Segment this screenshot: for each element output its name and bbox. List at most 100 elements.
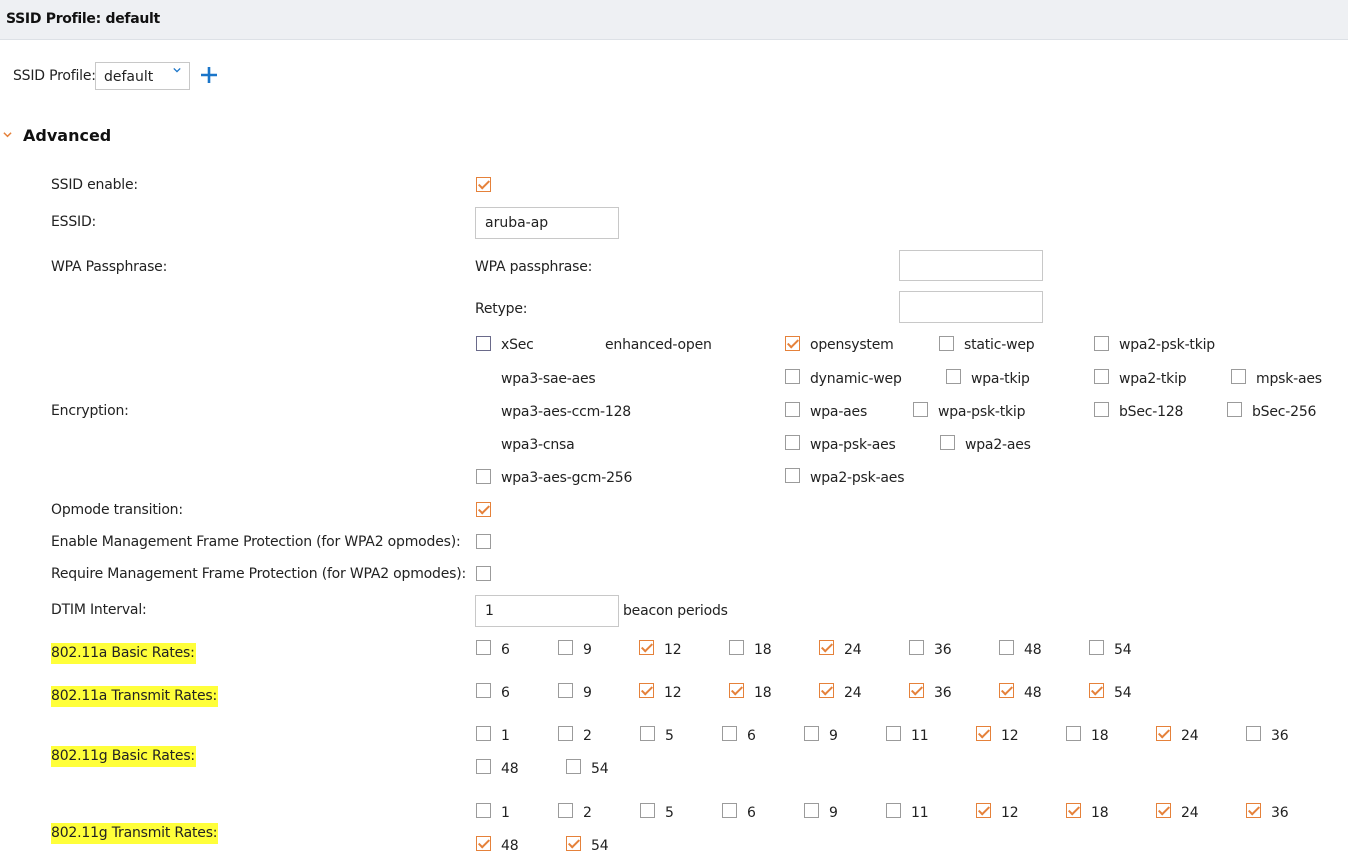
encryption-checkbox-mpsk-aes[interactable] (1231, 369, 1246, 384)
encryption-option-wpa3-aes-gcm-256: wpa3-aes-gcm-256 (501, 470, 633, 486)
g-transmit-rate-checkbox-18[interactable] (1066, 803, 1081, 818)
encryption-label: Encryption: (51, 403, 129, 419)
g-basic-rate-checkbox-48[interactable] (476, 759, 491, 774)
encryption-option-mpsk-aes: mpsk-aes (1256, 371, 1322, 387)
encryption-checkbox-wpa3-aes-gcm-256[interactable] (476, 469, 491, 484)
opmode-transition-checkbox[interactable] (476, 502, 491, 517)
g-basic-rate-checkbox-6[interactable] (722, 726, 737, 741)
encryption-option-wpa-tkip: wpa-tkip (971, 371, 1030, 387)
g-transmit-rate-label-36: 36 (1271, 805, 1289, 821)
encryption-option-enhanced-open: enhanced-open (605, 337, 712, 353)
dtim-unit-label: beacon periods (623, 603, 728, 619)
a-transmit-rates-label: 802.11a Transmit Rates: (51, 686, 218, 707)
chevron-down-icon[interactable] (3, 130, 12, 139)
encryption-checkbox-wpa2-psk-aes[interactable] (785, 468, 800, 483)
a-basic-rate-checkbox-48[interactable] (999, 640, 1014, 655)
g-transmit-rate-label-5: 5 (665, 805, 674, 821)
g-basic-rate-checkbox-2[interactable] (558, 726, 573, 741)
encryption-option-wpa3-cnsa: wpa3-cnsa (501, 437, 575, 453)
g-basic-rate-checkbox-18[interactable] (1066, 726, 1081, 741)
g-transmit-rate-label-9: 9 (829, 805, 838, 821)
a-basic-rate-checkbox-54[interactable] (1089, 640, 1104, 655)
g-basic-rate-checkbox-24[interactable] (1156, 726, 1171, 741)
g-transmit-rate-checkbox-48[interactable] (476, 836, 491, 851)
a-transmit-rate-checkbox-9[interactable] (558, 683, 573, 698)
g-basic-rate-label-1: 1 (501, 728, 510, 744)
g-transmit-rate-checkbox-36[interactable] (1246, 803, 1261, 818)
a-basic-rate-label-12: 12 (664, 642, 682, 658)
encryption-checkbox-dynamic-wep[interactable] (785, 369, 800, 384)
encryption-checkbox-bSec-256[interactable] (1227, 402, 1242, 417)
g-basic-rate-checkbox-1[interactable] (476, 726, 491, 741)
a-transmit-rate-label-18: 18 (754, 685, 772, 701)
a-basic-rate-checkbox-6[interactable] (476, 640, 491, 655)
a-basic-rates-label: 802.11a Basic Rates: (51, 643, 196, 664)
a-basic-rate-checkbox-12[interactable] (639, 640, 654, 655)
page-header: SSID Profile: default (0, 0, 1348, 40)
ssid-profile-select[interactable]: default (95, 62, 190, 90)
g-basic-rate-checkbox-54[interactable] (566, 759, 581, 774)
a-basic-rate-label-54: 54 (1114, 642, 1132, 658)
advanced-section-title[interactable]: Advanced (23, 126, 111, 145)
ssid-enable-checkbox[interactable] (476, 177, 491, 192)
g-transmit-rate-checkbox-1[interactable] (476, 803, 491, 818)
wpa-passphrase-input[interactable] (899, 250, 1043, 281)
a-transmit-rate-checkbox-36[interactable] (909, 683, 924, 698)
g-basic-rate-checkbox-5[interactable] (640, 726, 655, 741)
encryption-checkbox-opensystem[interactable] (785, 336, 800, 351)
g-transmit-rate-checkbox-24[interactable] (1156, 803, 1171, 818)
g-transmit-rate-checkbox-6[interactable] (722, 803, 737, 818)
g-transmit-rate-label-18: 18 (1091, 805, 1109, 821)
g-transmit-rate-checkbox-12[interactable] (976, 803, 991, 818)
a-basic-rate-label-18: 18 (754, 642, 772, 658)
enable-mfp-checkbox[interactable] (476, 534, 491, 549)
g-transmit-rate-checkbox-11[interactable] (886, 803, 901, 818)
add-profile-icon[interactable] (199, 64, 219, 86)
require-mfp-label: Require Management Frame Protection (for… (51, 566, 467, 582)
encryption-option-bSec-128: bSec-128 (1119, 404, 1184, 420)
encryption-checkbox-wpa-aes[interactable] (785, 402, 800, 417)
a-transmit-rate-checkbox-54[interactable] (1089, 683, 1104, 698)
a-basic-rate-checkbox-9[interactable] (558, 640, 573, 655)
encryption-checkbox-wpa-tkip[interactable] (946, 369, 961, 384)
a-basic-rate-label-9: 9 (583, 642, 592, 658)
g-transmit-rate-checkbox-9[interactable] (804, 803, 819, 818)
encryption-checkbox-static-wep[interactable] (939, 336, 954, 351)
a-transmit-rate-checkbox-48[interactable] (999, 683, 1014, 698)
require-mfp-checkbox[interactable] (476, 566, 491, 581)
a-transmit-rate-checkbox-18[interactable] (729, 683, 744, 698)
retype-label: Retype: (475, 301, 528, 317)
g-basic-rate-label-6: 6 (747, 728, 756, 744)
a-transmit-rate-checkbox-6[interactable] (476, 683, 491, 698)
a-basic-rate-checkbox-24[interactable] (819, 640, 834, 655)
g-transmit-rate-checkbox-2[interactable] (558, 803, 573, 818)
a-transmit-rate-checkbox-24[interactable] (819, 683, 834, 698)
encryption-option-static-wep: static-wep (964, 337, 1035, 353)
encryption-option-bSec-256: bSec-256 (1252, 404, 1317, 420)
encryption-checkbox-wpa-psk-aes[interactable] (785, 435, 800, 450)
g-transmit-rate-label-11: 11 (911, 805, 929, 821)
a-basic-rate-checkbox-36[interactable] (909, 640, 924, 655)
a-transmit-rate-label-24: 24 (844, 685, 862, 701)
encryption-option-wpa-psk-aes: wpa-psk-aes (810, 437, 896, 453)
encryption-checkbox-wpa2-aes[interactable] (940, 435, 955, 450)
encryption-checkbox-wpa2-tkip[interactable] (1094, 369, 1109, 384)
essid-value: aruba-ap (485, 215, 549, 231)
retype-passphrase-input[interactable] (899, 291, 1043, 323)
encryption-checkbox-wpa-psk-tkip[interactable] (913, 402, 928, 417)
essid-input[interactable]: aruba-ap (475, 207, 619, 239)
a-basic-rate-checkbox-18[interactable] (729, 640, 744, 655)
dtim-interval-input[interactable]: 1 (475, 595, 619, 627)
g-basic-rate-checkbox-11[interactable] (886, 726, 901, 741)
g-basic-rate-checkbox-12[interactable] (976, 726, 991, 741)
encryption-checkbox-xSec[interactable] (476, 336, 491, 351)
encryption-checkbox-bSec-128[interactable] (1094, 402, 1109, 417)
encryption-option-wpa-psk-tkip: wpa-psk-tkip (938, 404, 1026, 420)
encryption-checkbox-wpa2-psk-tkip[interactable] (1094, 336, 1109, 351)
g-transmit-rate-checkbox-54[interactable] (566, 836, 581, 851)
a-transmit-rate-label-9: 9 (583, 685, 592, 701)
g-basic-rate-checkbox-36[interactable] (1246, 726, 1261, 741)
g-transmit-rate-checkbox-5[interactable] (640, 803, 655, 818)
g-basic-rate-checkbox-9[interactable] (804, 726, 819, 741)
a-transmit-rate-checkbox-12[interactable] (639, 683, 654, 698)
